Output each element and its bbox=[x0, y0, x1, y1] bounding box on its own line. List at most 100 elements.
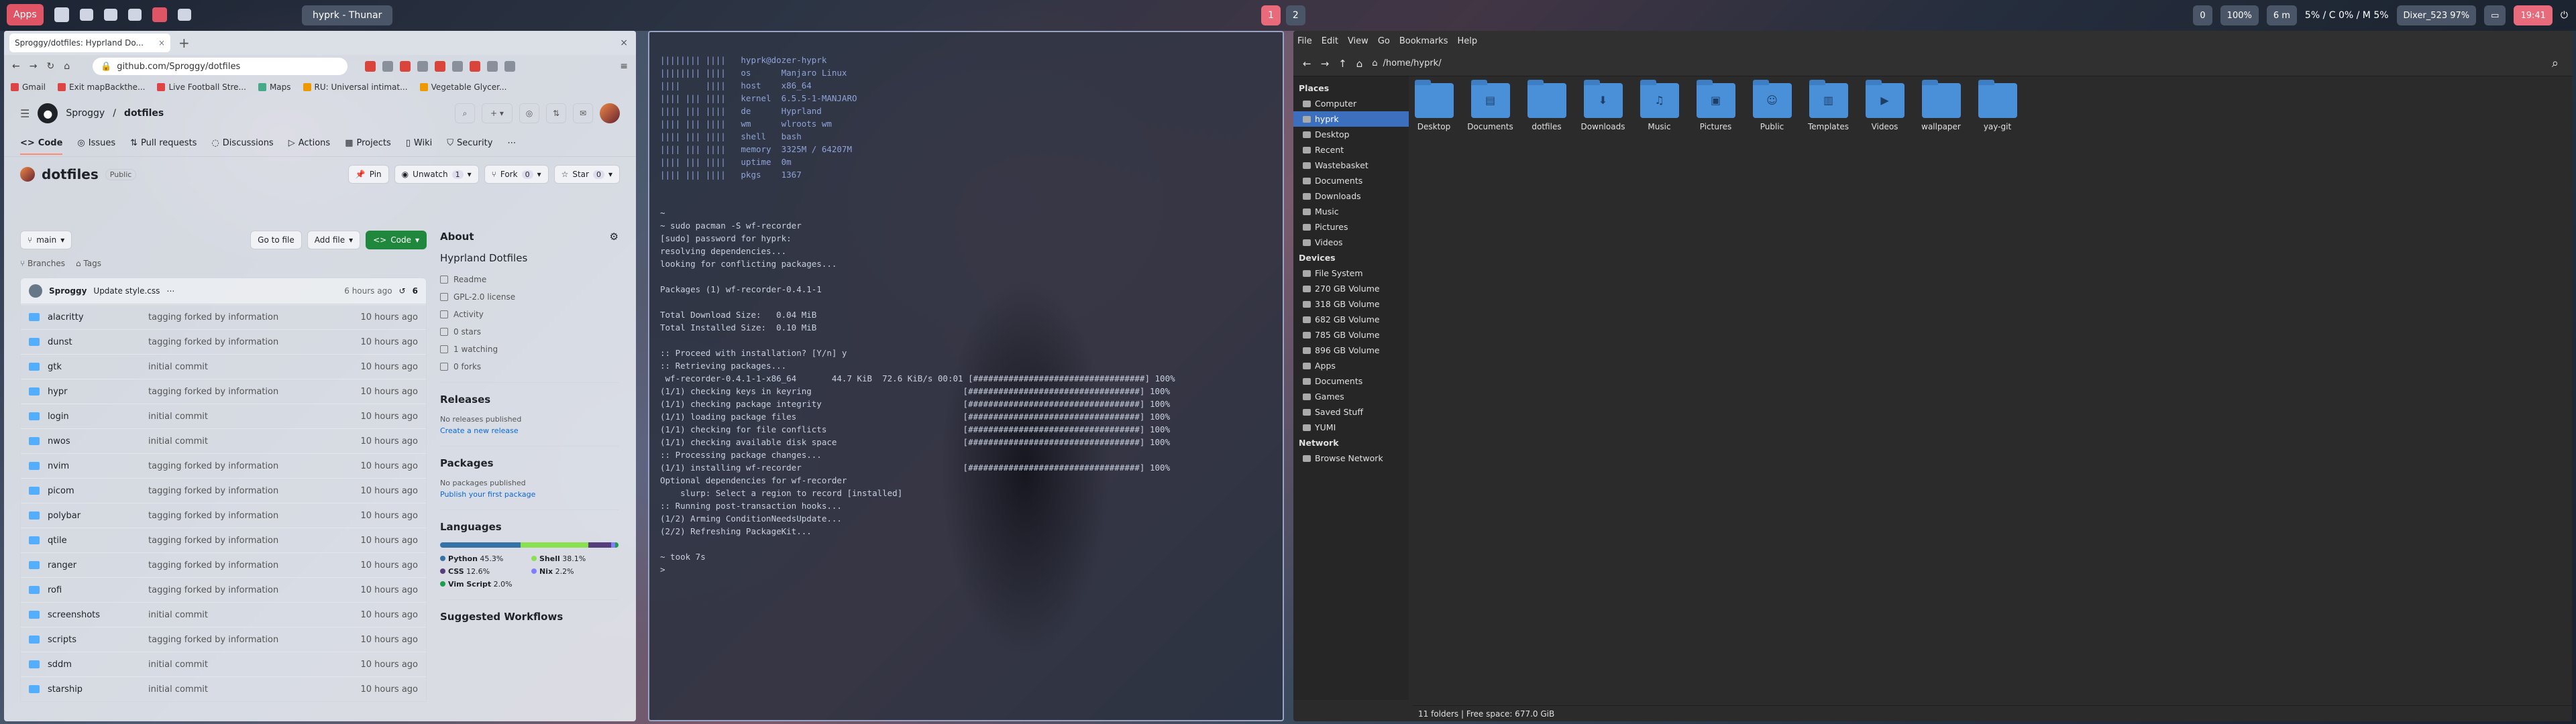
extension-icon[interactable] bbox=[417, 61, 429, 72]
language-item[interactable]: Nix 2.2% bbox=[531, 567, 619, 576]
readme-link[interactable]: Readme bbox=[440, 275, 619, 284]
code-button[interactable]: <> Code ▾ bbox=[366, 231, 427, 249]
file-name[interactable]: qtile bbox=[48, 536, 148, 546]
file-name[interactable]: polybar bbox=[48, 511, 148, 521]
extension-icon[interactable] bbox=[487, 61, 498, 72]
create-release-link[interactable]: Create a new release bbox=[440, 426, 619, 435]
file-name[interactable]: gtk bbox=[48, 362, 148, 372]
notification-count[interactable]: 0 bbox=[2193, 5, 2212, 25]
commit-message[interactable]: initial commit bbox=[148, 436, 360, 446]
folder-item[interactable]: ▣ Pictures bbox=[1695, 80, 1737, 131]
forward-icon[interactable]: → bbox=[30, 61, 38, 72]
sidebar-item[interactable]: 785 GB Volume bbox=[1293, 327, 1409, 343]
workspace-2[interactable]: 2 bbox=[1285, 5, 1305, 25]
tab-pull-requests[interactable]: ⇅ Pull requests bbox=[130, 138, 197, 148]
file-name[interactable]: dunst bbox=[48, 337, 148, 347]
commit-author[interactable]: Sproggy bbox=[49, 286, 87, 296]
bookmark-item[interactable]: Maps bbox=[258, 82, 291, 92]
sidebar-item[interactable]: YUMI bbox=[1293, 420, 1409, 435]
browser-tab[interactable]: Sproggy/dotfiles: Hyprland Do... × bbox=[9, 34, 170, 52]
table-row[interactable]: sddm initial commit 10 hours ago bbox=[21, 652, 426, 676]
table-row[interactable]: dunst tagging forked by information 10 hou… bbox=[21, 329, 426, 354]
star-button[interactable]: ☆ Star 0 ▾ bbox=[553, 165, 620, 184]
avatar[interactable] bbox=[600, 103, 620, 123]
location-bar[interactable]: ⌂ /home/hyprk/ bbox=[1372, 58, 1441, 68]
extension-icon[interactable] bbox=[470, 61, 481, 72]
sidebar-item[interactable]: Pictures bbox=[1293, 219, 1409, 235]
file-name[interactable]: rofi bbox=[48, 585, 148, 595]
language-item[interactable]: Python 45.3% bbox=[440, 554, 527, 563]
releases-title[interactable]: Releases bbox=[440, 394, 619, 406]
sidebar-item[interactable]: Games bbox=[1293, 389, 1409, 404]
folder-item[interactable]: yay-git bbox=[1976, 80, 2019, 131]
extension-icon[interactable] bbox=[365, 61, 376, 72]
sidebar-item[interactable]: Computer bbox=[1293, 96, 1409, 111]
commit-message[interactable]: Update style.css bbox=[93, 286, 160, 296]
commit-message[interactable]: tagging forked by information bbox=[148, 635, 360, 645]
power-icon[interactable]: ⏻ bbox=[2561, 10, 2576, 21]
menu-view[interactable]: View bbox=[1348, 36, 1368, 46]
commit-message[interactable]: tagging forked by information bbox=[148, 312, 360, 322]
file-name[interactable]: alacritty bbox=[48, 312, 148, 322]
issues-icon[interactable]: ◎ bbox=[519, 103, 539, 123]
sidebar-item[interactable]: 318 GB Volume bbox=[1293, 296, 1409, 312]
language-item[interactable]: CSS 12.6% bbox=[440, 567, 527, 576]
sidebar-item[interactable]: Downloads bbox=[1293, 188, 1409, 204]
packages-title[interactable]: Packages bbox=[440, 457, 619, 469]
extension-icon[interactable] bbox=[435, 61, 446, 72]
add-file-button[interactable]: Add file ▾ bbox=[307, 231, 361, 249]
branches-link[interactable]: ⑂ Branches bbox=[20, 259, 65, 268]
file-name[interactable]: nvim bbox=[48, 461, 148, 471]
table-row[interactable]: nvim tagging forked by information 10 hour… bbox=[21, 453, 426, 478]
pin-button[interactable]: 📌 Pin bbox=[347, 165, 389, 184]
home-icon[interactable]: ⌂ bbox=[64, 61, 70, 72]
stars-link[interactable]: 0 stars bbox=[440, 327, 619, 337]
tab-discussions[interactable]: ◌ Discussions bbox=[211, 138, 273, 148]
tags-link[interactable]: ⌂ Tags bbox=[76, 259, 101, 268]
ellipsis-icon[interactable]: ⋯ bbox=[166, 286, 174, 296]
create-new-icon[interactable]: + ▾ bbox=[482, 103, 513, 123]
file-name[interactable]: login bbox=[48, 412, 148, 422]
tab-security[interactable]: ⛉ Security bbox=[447, 138, 492, 148]
file-name[interactable]: nwos bbox=[48, 436, 148, 446]
language-item[interactable]: Vim Script 2.0% bbox=[440, 580, 527, 589]
unwatch-button[interactable]: ◉ Unwatch 1 ▾ bbox=[394, 165, 479, 184]
publish-package-link[interactable]: Publish your first package bbox=[440, 490, 619, 499]
sidebar-item[interactable]: 682 GB Volume bbox=[1293, 312, 1409, 327]
sidebar-item[interactable]: 896 GB Volume bbox=[1293, 343, 1409, 358]
commit-message[interactable]: tagging forked by information bbox=[148, 461, 360, 471]
extension-icon[interactable] bbox=[504, 61, 516, 72]
bookmark-item[interactable]: Gmail bbox=[11, 82, 46, 92]
sidebar-item[interactable]: Browse Network bbox=[1293, 450, 1409, 466]
commit-count[interactable]: 6 bbox=[413, 286, 418, 296]
menu-edit[interactable]: Edit bbox=[1322, 36, 1338, 46]
search-icon[interactable]: ⌕ bbox=[2552, 56, 2563, 70]
commit-message[interactable]: tagging forked by information bbox=[148, 536, 360, 546]
folder-item[interactable]: ♫ Music bbox=[1638, 80, 1680, 131]
sidebar-item[interactable]: Videos bbox=[1293, 235, 1409, 250]
terminal-window[interactable]: |||||||| |||| hyprk@dozer-hyprk |||||||| … bbox=[648, 31, 1284, 721]
folder-item[interactable]: ⬇ Downloads bbox=[1581, 80, 1625, 131]
file-name[interactable]: hypr bbox=[48, 387, 148, 397]
commit-message[interactable]: tagging forked by information bbox=[148, 585, 360, 595]
reload-icon[interactable]: ↻ bbox=[46, 61, 54, 72]
apps-button[interactable]: Apps bbox=[7, 4, 44, 25]
commit-message[interactable]: tagging forked by information bbox=[148, 486, 360, 496]
folder-icon[interactable] bbox=[103, 9, 117, 21]
back-icon[interactable]: ← bbox=[12, 61, 20, 72]
close-window-icon[interactable]: × bbox=[620, 38, 636, 48]
folder-item[interactable]: dotfiles bbox=[1525, 80, 1568, 131]
hamburger-icon[interactable]: ☰ bbox=[20, 107, 30, 120]
table-row[interactable]: picom tagging forked by information 10 hou… bbox=[21, 478, 426, 503]
tab-issues[interactable]: ◎ Issues bbox=[77, 138, 115, 148]
commit-message[interactable]: tagging forked by information bbox=[148, 511, 360, 521]
close-tab-icon[interactable]: × bbox=[158, 38, 165, 48]
table-row[interactable]: hypr tagging forked by information 10 hour… bbox=[21, 379, 426, 404]
sidebar-item[interactable]: Desktop bbox=[1293, 127, 1409, 142]
file-name[interactable]: picom bbox=[48, 486, 148, 496]
tab-projects[interactable]: ▦ Projects bbox=[345, 138, 391, 148]
folder-item[interactable]: ▤ Documents bbox=[1467, 80, 1513, 131]
more-icon[interactable]: ⋯ bbox=[507, 138, 516, 148]
branch-selector[interactable]: ⑂ main ▾ bbox=[20, 231, 72, 249]
language-item[interactable]: Shell 38.1% bbox=[531, 554, 619, 563]
